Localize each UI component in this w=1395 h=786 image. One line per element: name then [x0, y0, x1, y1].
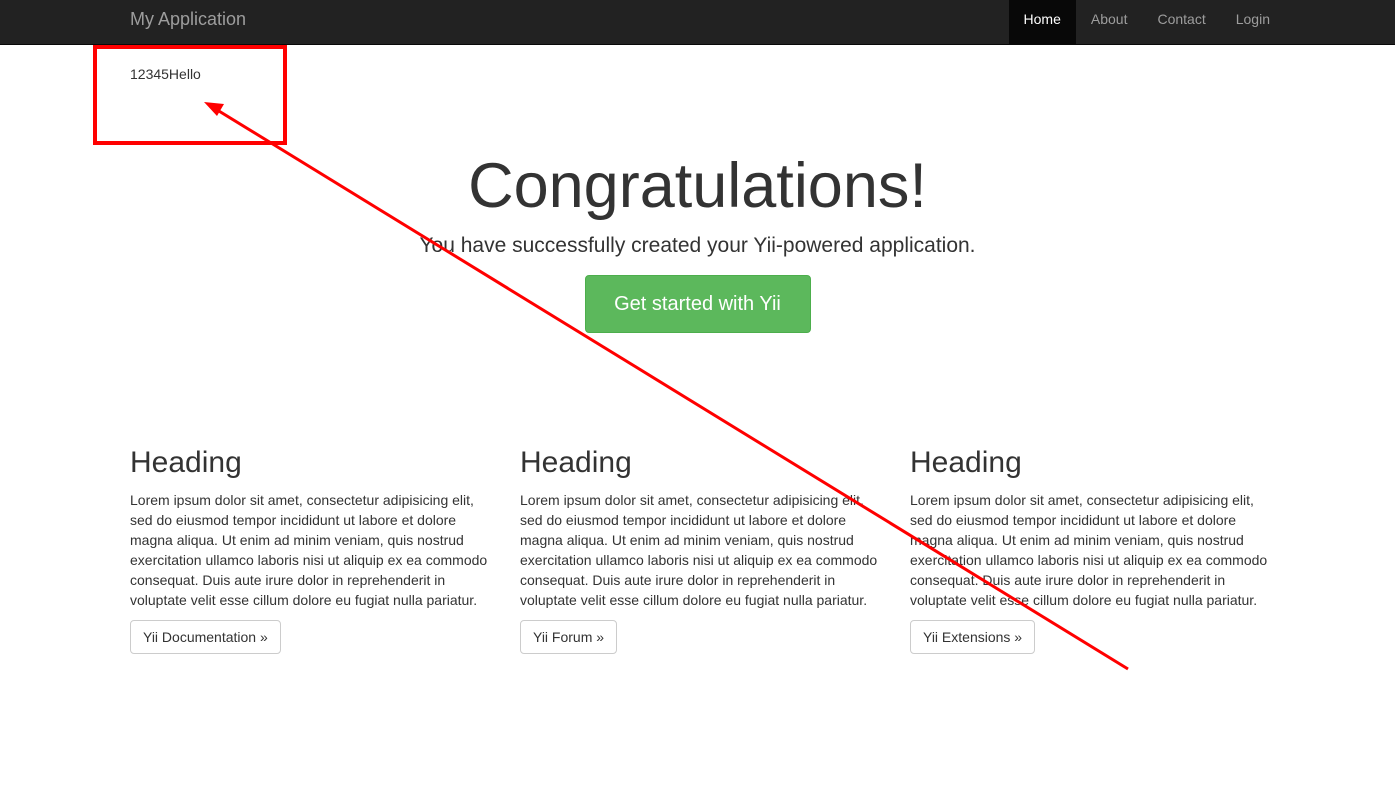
column-forum: Heading Lorem ipsum dolor sit amet, cons…	[520, 444, 910, 654]
nav-menu: Home About Contact Login	[1008, 0, 1285, 44]
jumbotron-lead: You have successfully created your Yii-p…	[419, 234, 976, 257]
brand-link[interactable]: My Application	[130, 0, 246, 44]
column-heading: Heading	[910, 446, 1022, 479]
nav-link-about[interactable]: About	[1076, 0, 1143, 44]
column-heading: Heading	[520, 446, 632, 479]
yii-documentation-button[interactable]: Yii Documentation »	[130, 620, 281, 654]
nav-link-contact[interactable]: Contact	[1142, 0, 1220, 44]
nav-link-login[interactable]: Login	[1221, 0, 1285, 44]
jumbotron: Congratulations! You have successfully c…	[0, 150, 1395, 333]
column-extensions: Heading Lorem ipsum dolor sit amet, cons…	[910, 444, 1300, 654]
yii-forum-button[interactable]: Yii Forum »	[520, 620, 618, 654]
annotation-highlight-box	[93, 45, 287, 145]
navbar: My Application Home About Contact Login	[0, 0, 1395, 45]
column-documentation: Heading Lorem ipsum dolor sit amet, cons…	[130, 444, 520, 654]
get-started-button[interactable]: Get started with Yii	[584, 275, 811, 333]
column-heading: Heading	[130, 446, 242, 479]
column-text: Lorem ipsum dolor sit amet, consectetur …	[520, 492, 878, 608]
nav-link-home[interactable]: Home	[1008, 0, 1076, 44]
nav-item-about: About	[1076, 0, 1143, 44]
nav-item-contact: Contact	[1142, 0, 1220, 44]
nav-item-home: Home	[1008, 0, 1076, 44]
content-columns: Heading Lorem ipsum dolor sit amet, cons…	[130, 444, 1300, 654]
nav-item-login: Login	[1221, 0, 1285, 44]
column-text: Lorem ipsum dolor sit amet, consectetur …	[910, 492, 1268, 608]
jumbotron-title: Congratulations!	[468, 151, 927, 221]
yii-extensions-button[interactable]: Yii Extensions »	[910, 620, 1036, 654]
column-text: Lorem ipsum dolor sit amet, consectetur …	[130, 492, 488, 608]
